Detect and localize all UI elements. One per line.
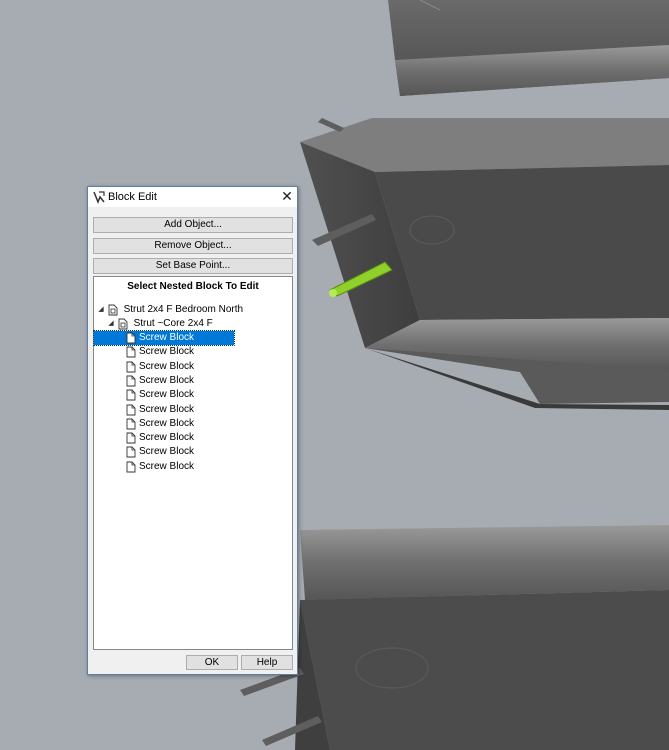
block-instance-icon: [126, 418, 136, 430]
tree-leaf-label: Screw Block: [139, 417, 195, 429]
help-button[interactable]: Help: [241, 655, 293, 670]
tree-leaf-label: Screw Block: [139, 389, 195, 401]
close-button[interactable]: ✕: [278, 188, 296, 206]
block-instance-icon: [126, 375, 136, 387]
block-instance-icon: [126, 332, 136, 344]
block-group-icon: [118, 318, 128, 330]
tree-node-child[interactable]: ◢ Strut ~Core 2x4 F: [107, 317, 216, 331]
tree-leaf-label: Screw Block: [139, 346, 195, 358]
tree-leaf-label: Screw Block: [139, 332, 195, 343]
title-bar[interactable]: Block Edit ✕: [88, 187, 297, 207]
strut-bottom: [240, 525, 669, 750]
tree-leaf-screw-block[interactable]: Screw Block: [94, 431, 234, 445]
tree-leaf-screw-block[interactable]: Screw Block: [94, 345, 234, 359]
tree-leaf-screw-block[interactable]: Screw Block: [94, 445, 234, 459]
tree-leaf-label: Screw Block: [139, 403, 195, 415]
tree-leaf-screw-block[interactable]: Screw Block: [93, 330, 235, 346]
block-instance-icon: [126, 432, 136, 444]
tree-leaf-label: Screw Block: [139, 446, 195, 458]
set-base-point-button[interactable]: Set Base Point...: [93, 258, 293, 274]
add-object-button[interactable]: Add Object...: [93, 217, 293, 233]
nested-block-panel[interactable]: Select Nested Block To Edit ◢ Strut 2x4 …: [93, 276, 293, 650]
tree-leaf-label: Screw Block: [139, 460, 195, 472]
tree-leaf-screw-block[interactable]: Screw Block: [94, 388, 234, 402]
collapse-arrow-icon[interactable]: ◢: [97, 303, 105, 317]
tree-node-label: Strut ~Core 2x4 F: [133, 318, 213, 329]
block-instance-icon: [126, 404, 136, 415]
block-instance-icon: [126, 389, 136, 401]
tree-leaf-label: Screw Block: [139, 360, 195, 372]
tree-leaf-label: Screw Block: [139, 374, 195, 386]
block-group-icon: [108, 304, 118, 316]
tree-leaf-screw-block[interactable]: Screw Block: [94, 417, 234, 431]
tree-leaf-screw-block[interactable]: Screw Block: [94, 460, 234, 474]
block-instance-icon: [126, 461, 136, 473]
tree-node-root[interactable]: ◢ Strut 2x4 F Bedroom North: [97, 303, 246, 317]
tree-leaf-screw-block[interactable]: Screw Block: [94, 403, 234, 417]
ok-button[interactable]: OK: [186, 655, 238, 670]
block-instance-icon: [126, 446, 136, 458]
block-instance-icon: [126, 361, 136, 373]
panel-heading: Select Nested Block To Edit: [127, 281, 259, 292]
block-instance-icon: [126, 346, 136, 358]
tree-leaf-label: Screw Block: [139, 432, 195, 444]
tree-leaf-screw-block[interactable]: Screw Block: [94, 360, 234, 374]
block-edit-dialog: Block Edit ✕ Add Object... Remove Object…: [87, 186, 298, 675]
block-edit-icon: [93, 191, 105, 204]
strut-middle: [300, 118, 669, 410]
tree-node-label: Strut 2x4 F Bedroom North: [123, 304, 244, 315]
strut-top: [388, 0, 669, 96]
remove-object-button[interactable]: Remove Object...: [93, 238, 293, 254]
collapse-arrow-icon[interactable]: ◢: [107, 317, 115, 331]
window-title: Block Edit: [108, 191, 157, 203]
tree-leaf-screw-block[interactable]: Screw Block: [94, 374, 234, 388]
